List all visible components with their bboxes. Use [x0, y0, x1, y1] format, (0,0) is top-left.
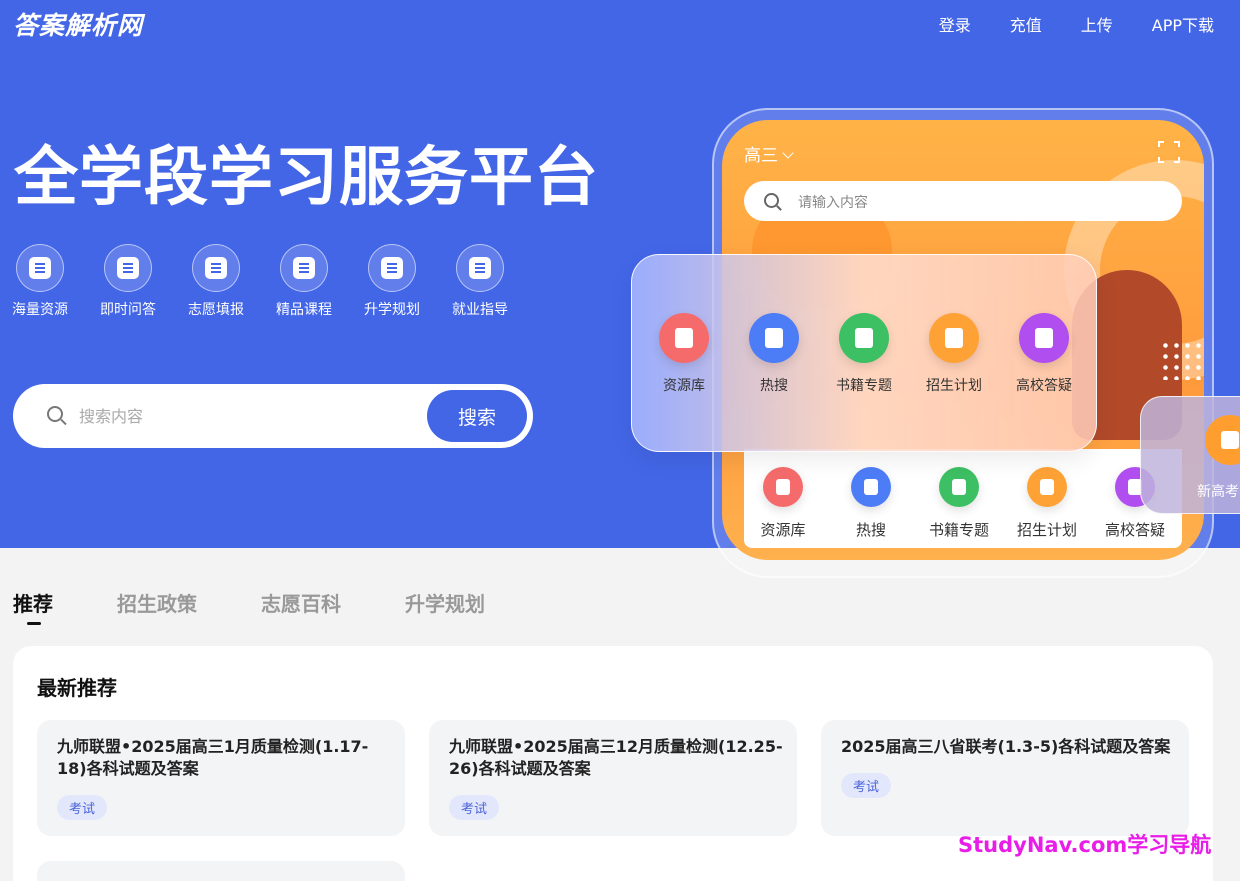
article-tag: 考试 [57, 795, 108, 820]
tab-application-wiki[interactable]: 志愿百科 [261, 588, 341, 617]
drawer-icon [763, 467, 803, 507]
book-icon [839, 313, 889, 363]
feature-label: 精品课程 [276, 302, 332, 318]
phone-quick-row: 资源库 热搜 书籍专题 招生计划 高校答疑 [739, 467, 1179, 540]
hero-search-bar: 搜索 [13, 384, 533, 448]
quick-item-label: 资源库 [760, 521, 806, 539]
search-icon [764, 193, 779, 208]
feature-list: 海量资源 即时问答 志愿填报 精品课程 升学规划 就业指导 [12, 244, 508, 319]
search-icon [47, 406, 63, 422]
top-nav: 登录 充值 上传 APP下载 [939, 12, 1214, 36]
feature-label: 即时问答 [100, 302, 156, 318]
tab-recommend[interactable]: 推荐 [13, 588, 53, 625]
watermark: StudyNav.com学习导航 [958, 833, 1212, 857]
quick-item-label: 高校答疑 [1016, 378, 1072, 394]
book-icon [939, 467, 979, 507]
phone-search-input[interactable]: 请输入内容 [744, 181, 1182, 221]
quick-item-books[interactable]: 书籍专题 [819, 313, 909, 395]
app-download-link[interactable]: APP下载 [1152, 12, 1214, 36]
quick-item-enrollment[interactable]: 招生计划 [1003, 467, 1091, 540]
drawer-icon [659, 313, 709, 363]
search-input[interactable] [79, 402, 419, 430]
search-button[interactable]: 搜索 [427, 390, 527, 442]
article-title: 九师联盟•2025届高三12月质量检测(12.25-26)各科试题及答案 [449, 737, 783, 778]
flame-icon [851, 467, 891, 507]
article-title: 2025届高三八省联考(1.3-5)各科试题及答案 [841, 737, 1171, 756]
briefcase-icon [456, 244, 504, 292]
feature-courses[interactable]: 精品课程 [276, 244, 332, 319]
feature-planning[interactable]: 升学规划 [364, 244, 420, 319]
grade-label: 高三 [744, 146, 778, 166]
quick-item-label: 招生计划 [926, 378, 982, 394]
quick-item-label: 高校答疑 [1104, 521, 1165, 539]
grade-selector[interactable]: 高三 [744, 141, 794, 166]
article-card-partial[interactable] [37, 861, 405, 881]
glass-quick-row: 资源库 热搜 书籍专题 招生计划 高校答疑 [639, 313, 1089, 395]
article-tag: 考试 [449, 795, 500, 820]
tab-admission-planning[interactable]: 升学规划 [405, 588, 485, 617]
login-link[interactable]: 登录 [939, 12, 971, 36]
quick-item-hot[interactable]: 热搜 [729, 313, 819, 395]
checklist-icon [929, 313, 979, 363]
side-card-label: 新高考 [1197, 484, 1239, 500]
tab-enrollment-policy[interactable]: 招生政策 [117, 588, 197, 617]
quick-item-college-qa[interactable]: 高校答疑 [999, 313, 1089, 395]
article-card[interactable]: 2025届高三八省联考(1.3-5)各科试题及答案 考试 [821, 720, 1189, 836]
feature-label: 就业指导 [452, 302, 508, 318]
resources-icon [16, 244, 64, 292]
feature-label: 升学规划 [364, 302, 420, 318]
quick-item-enrollment[interactable]: 招生计划 [909, 313, 999, 395]
calendar-icon [1205, 415, 1240, 465]
quick-item-label: 热搜 [760, 378, 788, 394]
quick-item-label: 招生计划 [1016, 521, 1077, 539]
article-card[interactable]: 九师联盟•2025届高三1月质量检测(1.17-18)各科试题及答案 考试 [37, 720, 405, 836]
phone-search-placeholder: 请输入内容 [798, 195, 868, 211]
feature-label: 志愿填报 [188, 302, 244, 318]
new-gaokao-card[interactable]: 新高考 [1140, 396, 1240, 514]
feature-qa[interactable]: 即时问答 [100, 244, 156, 319]
feature-resources[interactable]: 海量资源 [12, 244, 68, 319]
quick-item-books[interactable]: 书籍专题 [915, 467, 1003, 540]
book-icon [280, 244, 328, 292]
quick-item-label: 书籍专题 [928, 521, 989, 539]
quick-item-label: 书籍专题 [836, 378, 892, 394]
flame-icon [749, 313, 799, 363]
site-logo[interactable]: 答案解析网 [13, 6, 143, 42]
quick-item-library[interactable]: 资源库 [639, 313, 729, 395]
quick-item-library[interactable]: 资源库 [739, 467, 827, 540]
article-card[interactable]: 九师联盟•2025届高三12月质量检测(12.25-26)各科试题及答案 考试 [429, 720, 797, 836]
trend-icon [368, 244, 416, 292]
feature-application[interactable]: 志愿填报 [188, 244, 244, 319]
scan-icon[interactable] [1158, 141, 1180, 163]
hero-slogan: 全学段学习服务平台 [14, 141, 599, 215]
chat-icon [1019, 313, 1069, 363]
quick-item-label: 热搜 [855, 521, 886, 539]
upload-link[interactable]: 上传 [1081, 12, 1113, 36]
quick-item-hot[interactable]: 热搜 [827, 467, 915, 540]
chat-icon [104, 244, 152, 292]
chevron-down-icon [782, 147, 794, 159]
quick-item-label: 资源库 [663, 378, 705, 394]
feature-career[interactable]: 就业指导 [452, 244, 508, 319]
section-title: 最新推荐 [37, 676, 117, 700]
article-title: 九师联盟•2025届高三1月质量检测(1.17-18)各科试题及答案 [57, 737, 369, 778]
form-icon [192, 244, 240, 292]
category-tabs: 推荐 招生政策 志愿百科 升学规划 [13, 588, 485, 625]
article-tag: 考试 [841, 773, 892, 798]
checklist-icon [1027, 467, 1067, 507]
recharge-link[interactable]: 充值 [1010, 12, 1042, 36]
feature-label: 海量资源 [12, 302, 68, 318]
